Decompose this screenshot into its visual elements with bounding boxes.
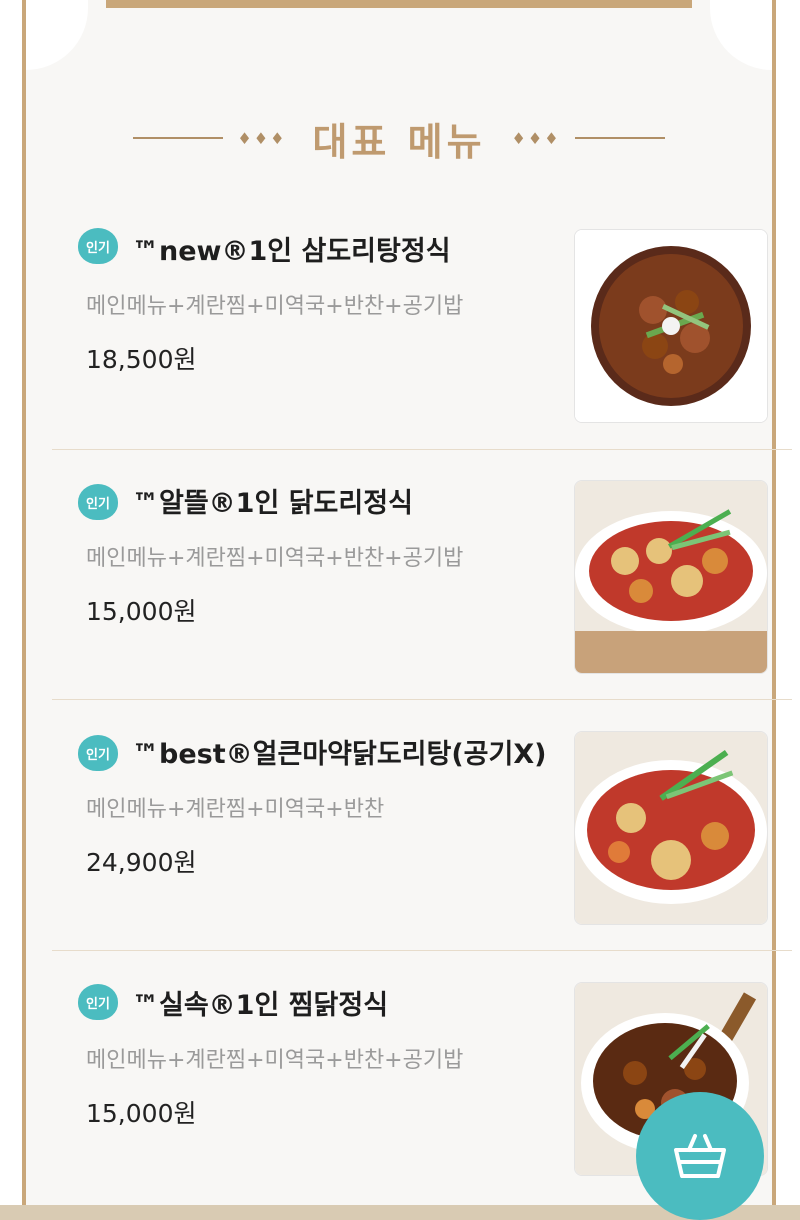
spicy-braised-chicken-bowl-icon [575, 230, 767, 422]
popular-badge: 인기 [78, 228, 118, 264]
menu-item-description: 메인메뉴+계란찜+미역국+반찬+공기밥 [86, 294, 464, 319]
menu-item[interactable]: 인기 ™new®1인 삼도리탕정식 메인메뉴+계란찜+미역국+반찬+공기밥 18… [52, 200, 792, 450]
basket-icon [674, 1134, 726, 1178]
menu-item-image[interactable] [574, 480, 768, 674]
dakdoritang-with-dumplings-plate-icon [575, 481, 767, 673]
frame-top-bar [106, 0, 692, 8]
menu-item-price: 15,000원 [86, 597, 197, 626]
frame-corner-left [26, 0, 88, 70]
menu-item-price: 18,500원 [86, 345, 197, 374]
menu-item-price: 24,900원 [86, 848, 197, 877]
title-deco-line-left [133, 137, 224, 139]
title-deco-diamonds-left: ♦♦♦ [237, 128, 287, 148]
menu-item-description: 메인메뉴+계란찜+미역국+반찬 [86, 797, 385, 822]
title-deco-diamonds-right: ♦♦♦ [511, 128, 561, 148]
page-margin-left [0, 0, 22, 1205]
menu-item[interactable]: 인기 ™best®얼큰마약닭도리탕(공기X) 메인메뉴+계란찜+미역국+반찬 2… [52, 701, 792, 951]
spicy-chicken-stew-plate-icon [575, 732, 767, 924]
menu-item-name: ™실속®1인 찜닭정식 [132, 990, 389, 1021]
menu-item[interactable]: 인기 ™알뜰®1인 닭도리정식 메인메뉴+계란찜+미역국+반찬+공기밥 15,0… [52, 450, 792, 700]
menu-item-description: 메인메뉴+계란찜+미역국+반찬+공기밥 [86, 546, 464, 571]
menu-item-name: ™best®얼큰마약닭도리탕(공기X) [132, 739, 547, 770]
popular-badge: 인기 [78, 484, 118, 520]
section-header: ♦♦♦ 대표 메뉴 ♦♦♦ [26, 108, 772, 168]
frame-corner-right [710, 0, 772, 70]
cart-button[interactable] [636, 1092, 764, 1220]
menu-item-image[interactable] [574, 731, 768, 925]
menu-item-name: ™알뜰®1인 닭도리정식 [132, 488, 413, 519]
popular-badge: 인기 [78, 984, 118, 1020]
menu-panel: ♦♦♦ 대표 메뉴 ♦♦♦ 인기 ™new®1인 삼도리탕정식 메인메뉴+계란찜… [22, 0, 792, 1205]
menu-item-image[interactable] [574, 229, 768, 423]
title-deco-line-right [574, 137, 665, 139]
menu-item-description: 메인메뉴+계란찜+미역국+반찬+공기밥 [86, 1048, 464, 1073]
menu-item-name: ™new®1인 삼도리탕정식 [132, 236, 451, 267]
popular-badge: 인기 [78, 735, 118, 771]
section-title: 대표 메뉴 [312, 119, 486, 164]
menu-item-price: 15,000원 [86, 1099, 197, 1128]
